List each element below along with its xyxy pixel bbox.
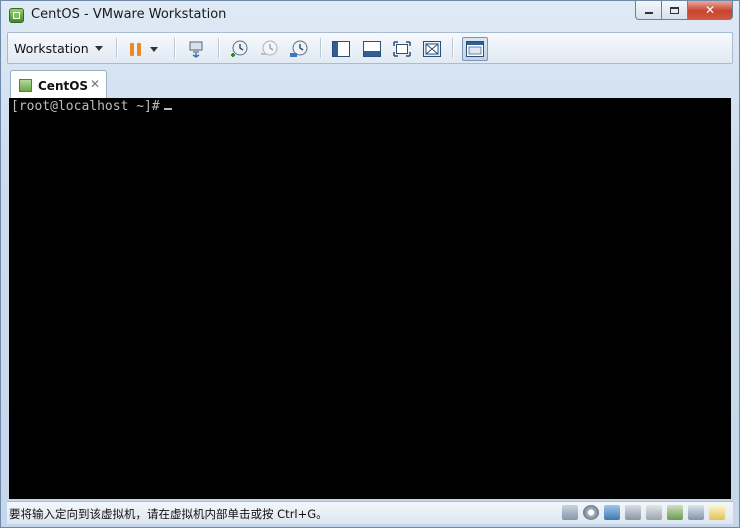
toolbar-separator [218,38,220,58]
snapshot-manager-icon [290,40,308,57]
maximize-button[interactable] [662,1,688,20]
cdrom-icon[interactable] [583,505,599,520]
window-title: CentOS - VMware Workstation [31,7,227,22]
minimize-icon [644,12,653,14]
workstation-menu[interactable]: Workstation [14,39,103,57]
take-snapshot-button[interactable] [228,38,250,60]
workstation-menu-label: Workstation [14,40,89,56]
thumbnail-bar-icon [363,41,381,57]
network-icon[interactable] [604,505,620,520]
vm-console[interactable]: [root@localhost ~]# [9,98,731,499]
send-ctrl-alt-del-icon [189,41,203,58]
pause-button[interactable] [124,38,146,60]
status-message: 要将输入定向到该虚拟机，请在虚拟机内部单击或按 Ctrl+G。 [9,507,328,521]
toolbar-separator [452,38,454,58]
printer-icon[interactable] [667,505,683,520]
toolbar-separator [116,38,118,58]
revert-snapshot-button[interactable] [258,38,280,60]
toolbar: Workstation [7,32,733,64]
display-icon[interactable] [688,505,704,520]
snapshot-manager-button[interactable] [288,38,310,60]
toolbar-separator [320,38,322,58]
vm-icon [19,79,32,92]
maximize-icon [670,6,679,14]
hdd-icon[interactable] [562,505,578,520]
vmware-app-icon [9,8,24,23]
sound-icon[interactable] [646,505,662,520]
close-button[interactable]: ✕ [688,1,733,20]
full-screen-button[interactable] [391,38,413,60]
minimize-button[interactable] [635,1,662,20]
show-library-button[interactable] [330,38,352,60]
tab-close-icon[interactable]: ✕ [90,77,100,91]
device-icons [562,505,725,520]
unity-icon [423,41,441,57]
status-bar: 要将输入定向到该虚拟机，请在虚拟机内部单击或按 Ctrl+G。 [7,501,733,524]
vmware-window: CentOS - VMware Workstation ✕ Workstatio… [0,0,740,528]
usb-icon[interactable] [625,505,641,520]
library-icon [332,41,350,57]
close-icon: ✕ [704,3,716,17]
message-icon[interactable] [709,505,725,520]
console-view-button[interactable] [462,37,488,61]
revert-snapshot-icon [261,40,278,56]
chevron-down-icon [150,46,158,52]
text-cursor [163,108,172,110]
show-thumbnail-bar-button[interactable] [361,38,383,60]
tab-centos[interactable]: CentOS ✕ [10,70,107,99]
fullscreen-icon [393,41,411,57]
caption-buttons: ✕ [635,1,733,20]
console-prompt-line: [root@localhost ~]# [11,99,172,114]
tab-strip: CentOS ✕ [7,67,733,99]
console-prompt: [root@localhost ~]# [11,99,160,114]
tab-label: CentOS [38,79,89,93]
send-ctrl-alt-del-button[interactable] [185,38,207,60]
snapshot-icon [231,40,248,57]
unity-button[interactable] [421,38,443,60]
power-options-dropdown[interactable] [147,38,161,60]
toolbar-separator [174,38,176,58]
chevron-down-icon [94,45,103,51]
console-view-icon [466,41,484,57]
title-bar[interactable]: CentOS - VMware Workstation ✕ [1,1,739,31]
